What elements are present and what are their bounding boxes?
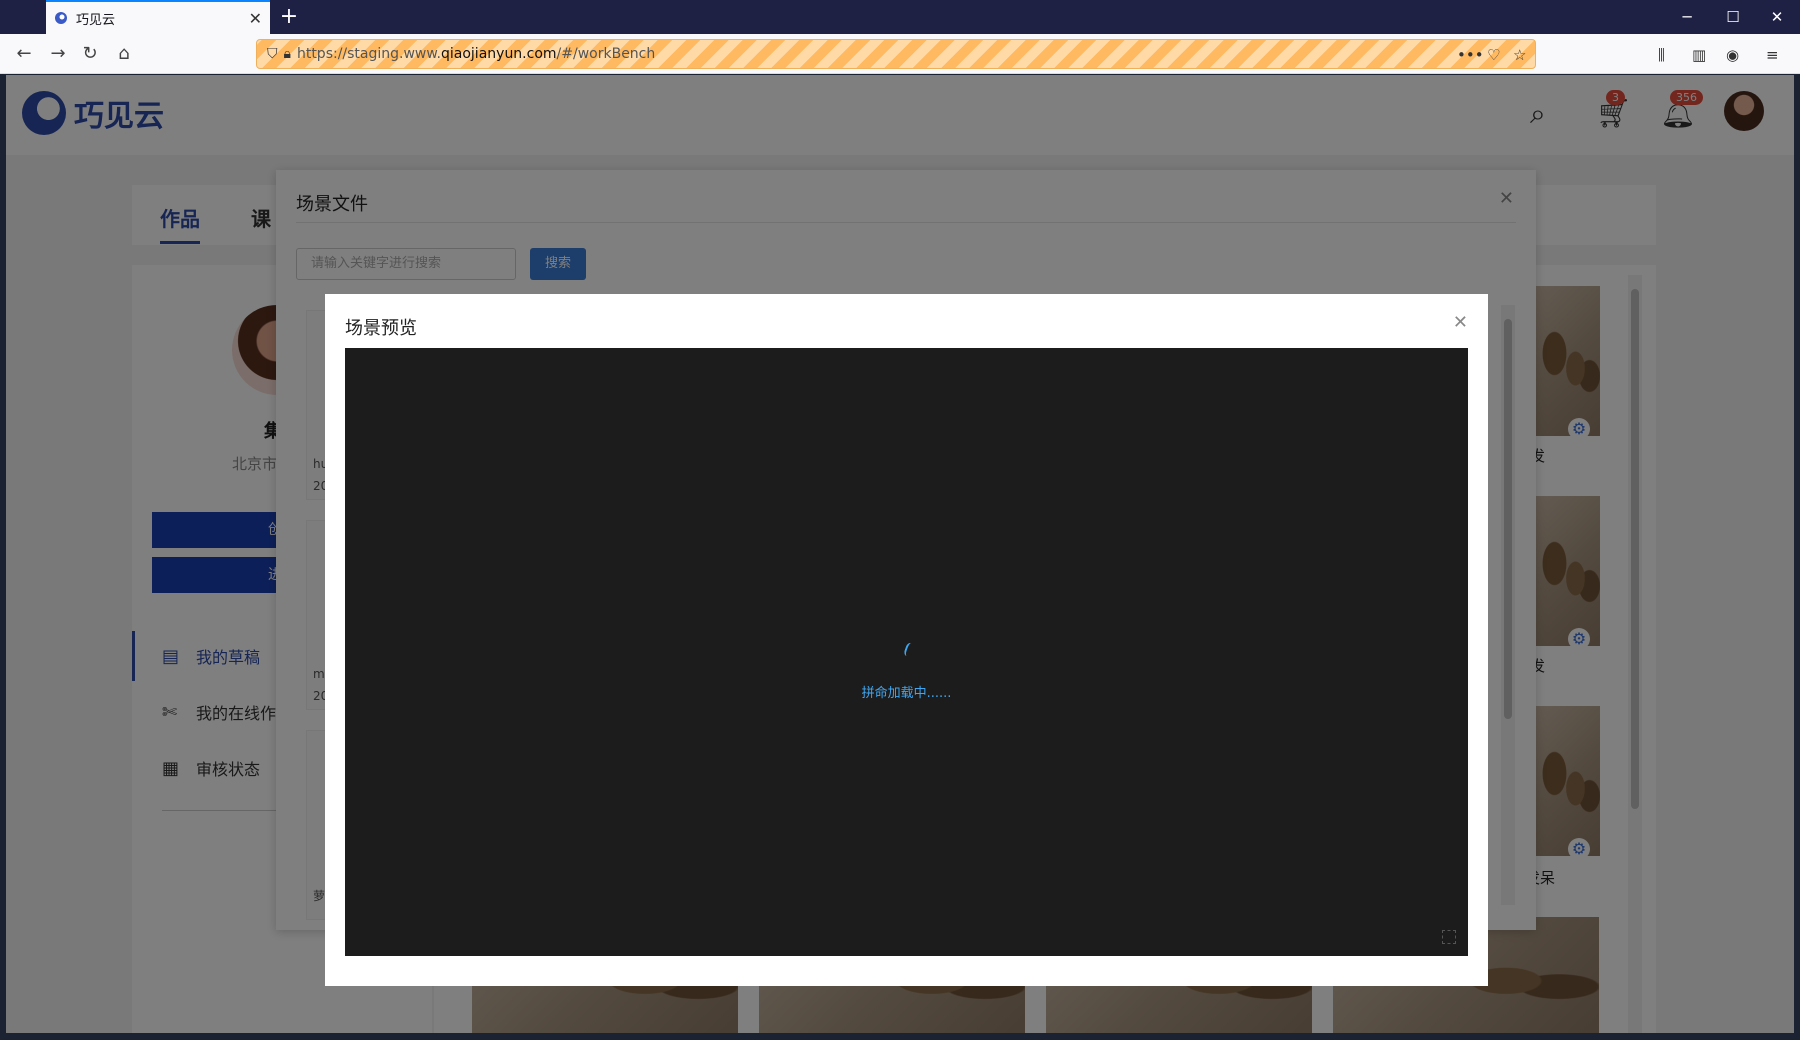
url-text: https://staging.www.qiaojianyun.com/#/wo… (296, 46, 656, 62)
window-minimize-button[interactable]: ─ (1664, 0, 1710, 34)
menu-icon[interactable]: ≡ (1766, 46, 1779, 64)
loading-text: 拼命加载中...... (861, 686, 952, 701)
shield-icon[interactable]: ⛉ (267, 46, 278, 62)
forward-arrow-icon[interactable]: → (44, 40, 72, 68)
new-tab-button[interactable]: + (276, 4, 302, 30)
bookmark-star-icon[interactable]: ☆ (1513, 46, 1526, 64)
account-icon[interactable]: ◉ (1726, 46, 1739, 64)
web-page: 巧见云 ⌕ 🛒︎ 3 🔔︎ 356 作品 课 集 北京市 创作 进入 ▤ 我的草… (6, 75, 1794, 1033)
scene-viewer[interactable]: 拼命加载中...... (345, 348, 1468, 956)
scene-preview-title: 场景预览 (345, 318, 417, 339)
browser-tab-title: 巧见云 (76, 12, 116, 28)
fullscreen-icon[interactable] (1442, 930, 1456, 944)
browser-toolbar: ← → ↻ ⌂ ⛉ 🔒︎ https://staging.www.qiaojia… (0, 34, 1800, 74)
pocket-icon[interactable]: ♡ (1487, 46, 1500, 64)
loading-spinner-icon (902, 641, 918, 659)
browser-tab-strip: 巧见云 ✕ + ─ ☐ ✕ (0, 0, 1800, 34)
page-actions-icon[interactable]: ••• (1457, 46, 1484, 64)
close-icon[interactable]: ✕ (1453, 312, 1468, 333)
address-bar[interactable]: ⛉ 🔒︎ https://staging.www.qiaojianyun.com… (256, 39, 1536, 69)
sidebar-icon[interactable]: ▥ (1692, 46, 1706, 64)
back-arrow-icon[interactable]: ← (10, 40, 38, 68)
window-maximize-button[interactable]: ☐ (1710, 0, 1756, 34)
window-close-button[interactable]: ✕ (1754, 0, 1800, 34)
library-icon[interactable]: ⫼ (1658, 46, 1665, 64)
home-icon[interactable]: ⌂ (110, 40, 138, 68)
tab-close-icon[interactable]: ✕ (249, 9, 262, 28)
reload-icon[interactable]: ↻ (76, 40, 104, 68)
browser-tab[interactable]: 巧见云 ✕ (46, 0, 270, 34)
site-favicon-icon (55, 12, 67, 24)
scene-preview-dialog: 场景预览 ✕ 拼命加载中...... (325, 294, 1488, 986)
lock-icon[interactable]: 🔒︎ (284, 46, 291, 62)
